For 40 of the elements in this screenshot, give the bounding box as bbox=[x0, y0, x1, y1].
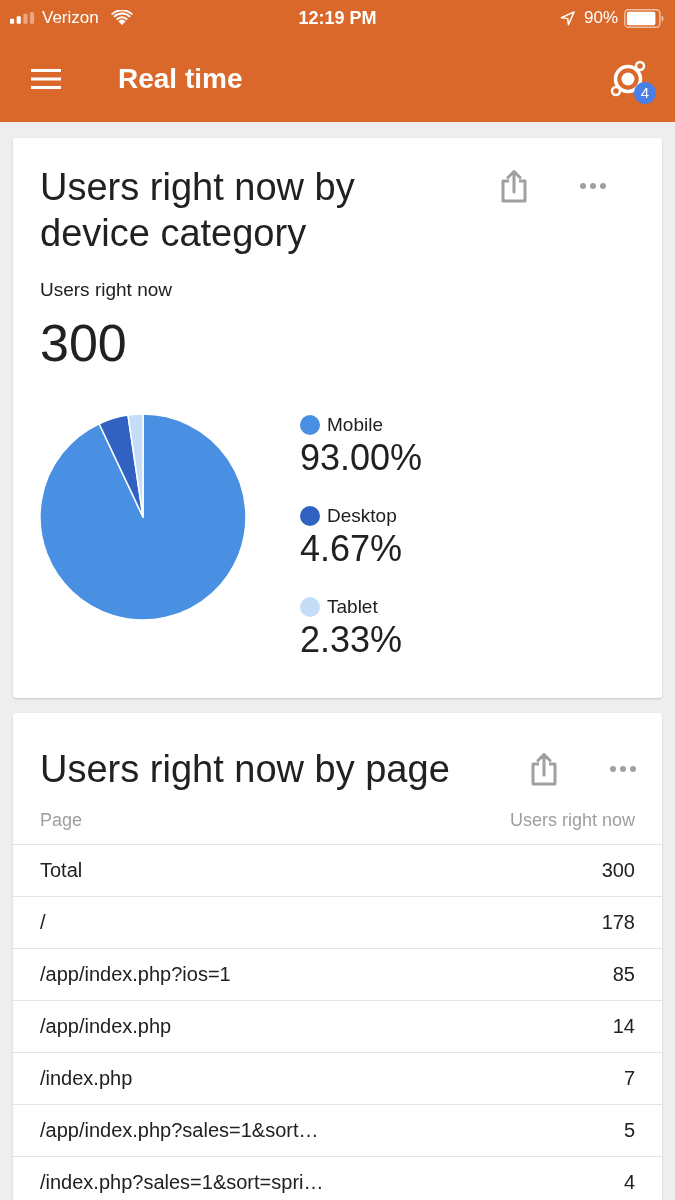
card-title: Users right now by page bbox=[40, 747, 451, 792]
page-path-cell: /index.php bbox=[40, 1067, 133, 1090]
user-count-cell: 14 bbox=[612, 1015, 635, 1038]
user-count-cell: 4 bbox=[623, 1171, 635, 1194]
user-count-cell: 178 bbox=[601, 911, 635, 934]
legend-label: Mobile bbox=[327, 413, 383, 437]
page-path-cell: / bbox=[40, 911, 46, 934]
user-count-cell: 5 bbox=[623, 1119, 635, 1142]
battery-icon bbox=[624, 8, 664, 28]
legend-value: 93.00% bbox=[300, 437, 423, 479]
more-options-icon[interactable] bbox=[610, 766, 636, 772]
page-path-cell: /app/index.php bbox=[40, 1015, 172, 1038]
legend-value: 4.67% bbox=[300, 528, 404, 570]
wifi-icon bbox=[110, 10, 133, 26]
notification-badge: 4 bbox=[634, 82, 656, 104]
card-title: Users right now by device category bbox=[40, 165, 356, 256]
carrier-name: Verizon bbox=[42, 8, 99, 28]
share-icon[interactable] bbox=[500, 168, 528, 204]
legend-label: Desktop bbox=[327, 504, 397, 528]
legend-value: 2.33% bbox=[300, 619, 404, 661]
battery-percent: 90% bbox=[583, 8, 618, 28]
share-icon[interactable] bbox=[530, 751, 558, 787]
metric-value: 300 bbox=[40, 313, 127, 373]
page-path-cell: /app/index.php?ios=1 bbox=[40, 963, 231, 986]
legend-label: Tablet bbox=[327, 595, 378, 619]
page-title: Real time bbox=[118, 63, 244, 95]
column-header[interactable]: Users right now bbox=[509, 809, 635, 831]
page-path-cell: /app/index.php?sales=1&sort… bbox=[40, 1119, 319, 1142]
user-count-cell: 300 bbox=[601, 859, 635, 882]
location-arrow-icon bbox=[559, 10, 575, 26]
signal-icon bbox=[10, 12, 35, 24]
page-path-cell: Total bbox=[40, 859, 83, 882]
metric-label: Users right now bbox=[40, 278, 172, 302]
user-count-cell: 7 bbox=[623, 1067, 635, 1090]
more-options-icon[interactable] bbox=[580, 183, 606, 189]
page-path-cell: /index.php?sales=1&sort=spri… bbox=[40, 1171, 324, 1194]
user-count-cell: 85 bbox=[612, 963, 635, 986]
menu-icon[interactable] bbox=[31, 69, 61, 89]
clock-time: 12:19 PM bbox=[298, 7, 377, 29]
column-header[interactable]: Page bbox=[40, 809, 83, 831]
